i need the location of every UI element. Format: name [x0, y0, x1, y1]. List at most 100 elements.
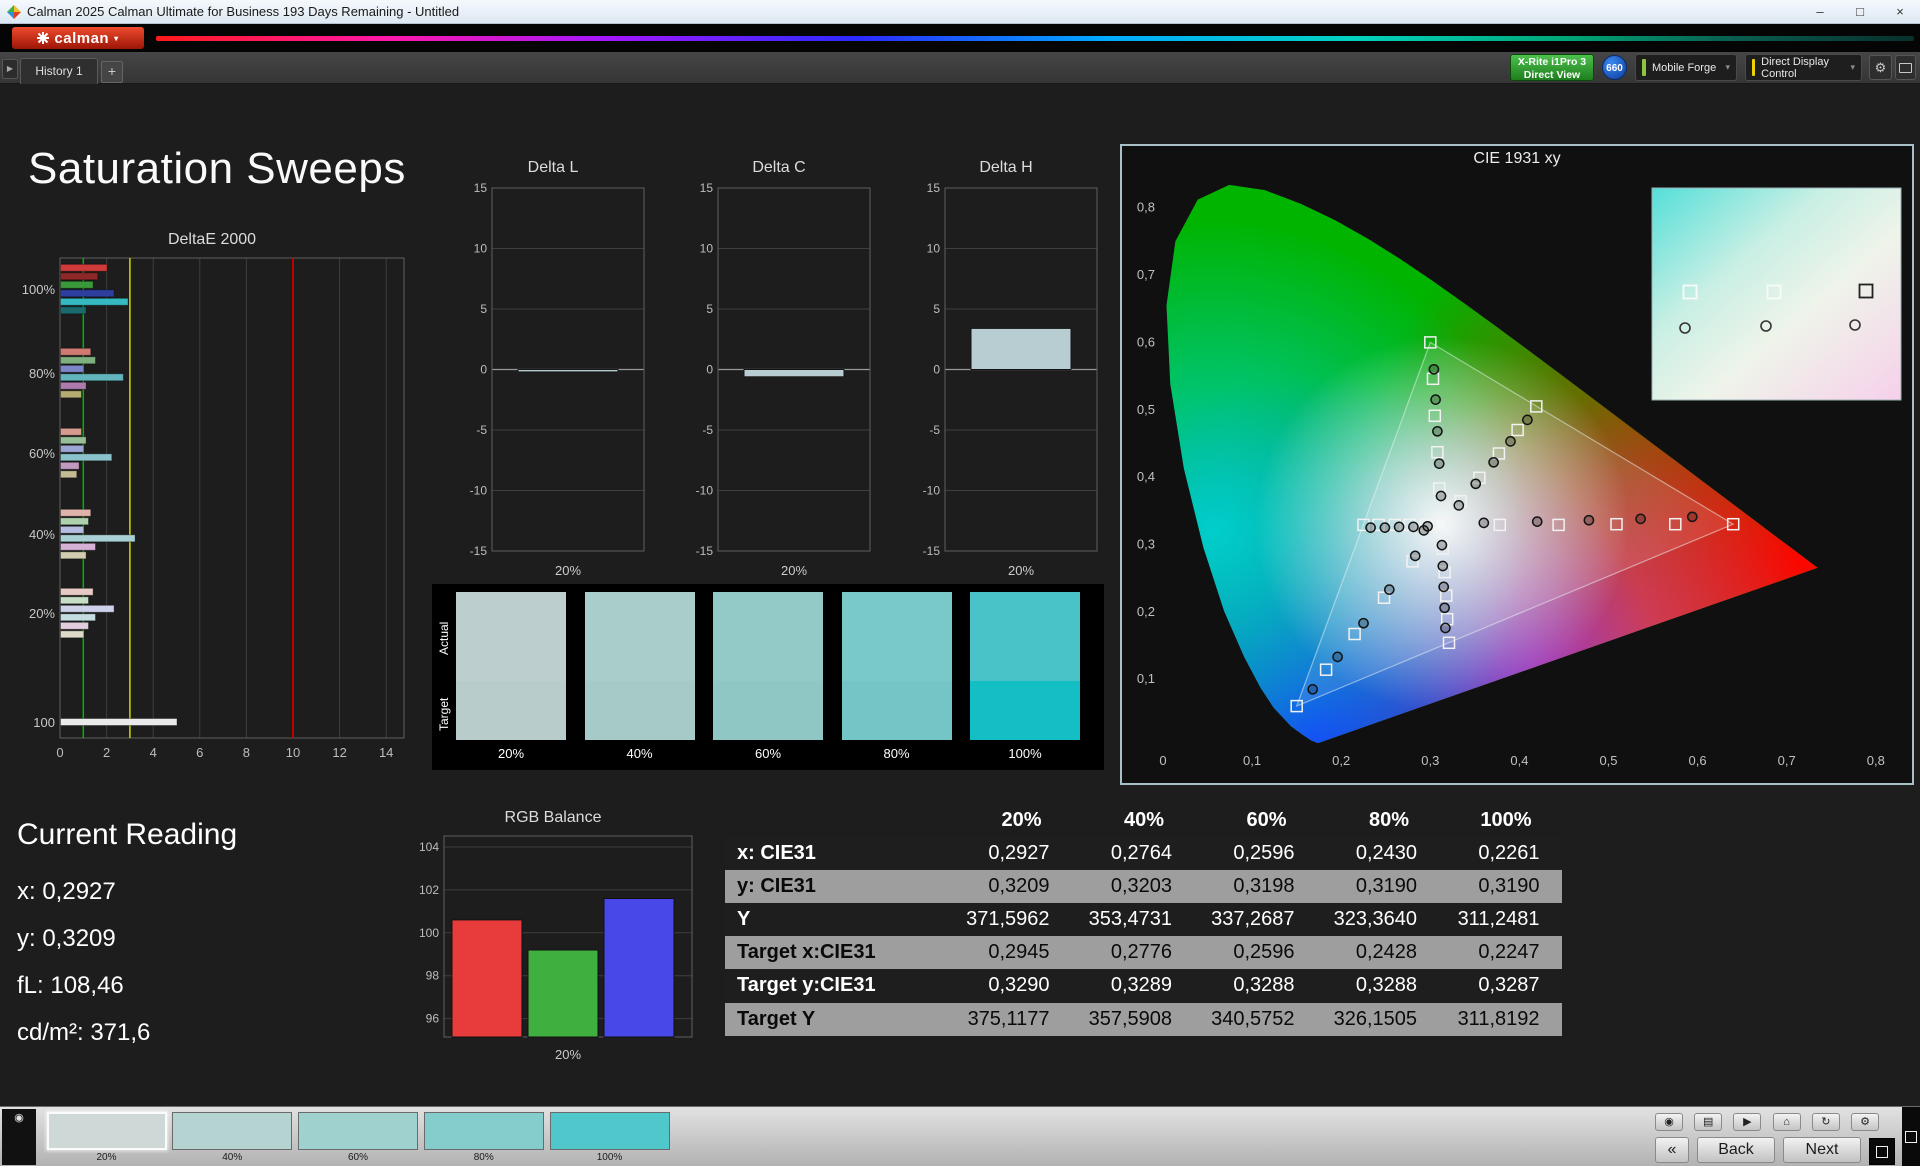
x-tick-label: 0,3	[1421, 753, 1439, 768]
x-tick-label: 0	[1159, 753, 1166, 768]
patch-button-100%[interactable]: 100%	[549, 1112, 670, 1164]
x-tick-label: 0,4	[1510, 753, 1528, 768]
display-dropdown[interactable]: Direct Display Control ▾	[1745, 54, 1862, 81]
y-tick-label: 0	[933, 363, 940, 377]
patch-size-badge[interactable]: 660	[1602, 55, 1627, 80]
source-dropdown[interactable]: Mobile Forge ▾	[1635, 54, 1737, 81]
measured-marker	[1436, 539, 1448, 551]
table-cell: 0,2596	[1233, 842, 1295, 865]
patch-preview-strip: Actual Target 20% 40% 60% 80% 100%	[432, 584, 1104, 770]
patch-label: 80%	[473, 1152, 494, 1163]
deltae-bar	[60, 381, 87, 390]
pattern-preview-button[interactable]	[1869, 1138, 1895, 1165]
meter-line2: Direct View	[1523, 69, 1581, 81]
home-icon[interactable]: ⌂	[1772, 1113, 1801, 1131]
deltae-bar	[60, 470, 78, 479]
x-tick-label: 4	[150, 745, 157, 760]
app-window: Calman 2025 Calman Ultimate for Business…	[0, 0, 1920, 1166]
patch-swatch	[46, 1112, 167, 1150]
delta-h-title: Delta H	[979, 159, 1033, 176]
reading-line: y: 0,3209	[17, 925, 116, 952]
delta-h-chart: Delta H 15 10 5 0 -5 -10 -15 20%	[911, 156, 1101, 595]
delta-bar	[743, 369, 845, 378]
patch-button-20%[interactable]: 20%	[46, 1112, 167, 1164]
delta-l-chart: Delta L 15 10 5 0 -5 -10 -15 20%	[458, 156, 648, 595]
rewind-button[interactable]: «	[1655, 1137, 1689, 1163]
measured-marker	[1332, 651, 1343, 663]
table-header-cell: 100%	[1480, 809, 1532, 831]
pattern-window-panel[interactable]: ◉	[2, 1109, 36, 1165]
deltae-bar	[60, 525, 85, 534]
delta-c-chart: Delta C 15 10 5 0 -5 -10 -15 20%	[684, 156, 874, 595]
x-label: 20%	[555, 1047, 581, 1062]
deltae-bar	[60, 604, 115, 613]
deltae-bar	[60, 551, 87, 560]
y-tick-label: 5	[706, 302, 713, 316]
patch-swatch	[172, 1112, 293, 1150]
settings-button[interactable]: ⚙	[1869, 55, 1892, 80]
next-button[interactable]: Next	[1783, 1137, 1861, 1163]
pattern-icon[interactable]: ▤	[1694, 1113, 1723, 1131]
maximize-button[interactable]: □	[1840, 0, 1880, 23]
measured-marker	[1522, 414, 1533, 426]
y-tick-label: 100	[419, 926, 439, 940]
table-row-label: Target y:CIE31	[737, 974, 876, 997]
pane-toggle-button[interactable]: ▶	[2, 59, 18, 79]
tab-history-1[interactable]: History 1	[20, 58, 98, 84]
x-tick-label: 14	[379, 745, 393, 760]
patch-button-40%[interactable]: 40%	[172, 1112, 293, 1164]
play-icon[interactable]: ▶	[1733, 1113, 1762, 1131]
y-tick-label: -5	[476, 423, 487, 437]
meter-button[interactable]: X-Rite i1Pro 3 Direct View	[1510, 54, 1594, 81]
delta-h-svg: 15 10 5 0 -5 -10 -15 20%	[923, 181, 1098, 578]
measured-marker	[1439, 602, 1450, 614]
measured-marker	[1531, 516, 1543, 527]
deltae-bar	[60, 306, 87, 315]
display-config-button[interactable]	[1895, 55, 1916, 80]
settings-icon[interactable]: ⚙	[1851, 1113, 1879, 1131]
table-cell: 0,2247	[1478, 941, 1540, 964]
measured-marker	[1488, 456, 1499, 468]
y-tick-label: 0,6	[1137, 334, 1155, 349]
deltae-bar	[60, 587, 94, 596]
refresh-icon[interactable]: ↻	[1811, 1113, 1840, 1131]
patch-label: 40%	[222, 1152, 243, 1163]
add-tab-button[interactable]: +	[101, 61, 123, 83]
deltae-bar	[60, 534, 136, 543]
minimize-button[interactable]: –	[1800, 0, 1840, 23]
close-button[interactable]: ×	[1880, 0, 1920, 23]
patch-preview-label: 80%	[883, 746, 910, 761]
patch-button-80%[interactable]: 80%	[423, 1112, 544, 1164]
patch-preview	[713, 592, 823, 740]
group-label: 100%	[22, 282, 56, 297]
y-tick-label: 15	[700, 181, 714, 195]
right-edge-strip[interactable]	[1902, 1107, 1920, 1166]
y-tick-label: 5	[933, 302, 940, 316]
delta-l-title: Delta L	[527, 159, 579, 176]
table-row-label: y: CIE31	[737, 875, 816, 898]
calman-logo-button[interactable]: calman ▾	[12, 27, 144, 49]
actual-swatch	[456, 592, 566, 681]
measured-marker	[1435, 490, 1447, 502]
table-row: Y 371,5962 353,4731 337,2687 323,3640 311,248…	[725, 903, 1562, 937]
deltae-bar	[60, 263, 108, 272]
eye-icon[interactable]: ◉	[1655, 1113, 1683, 1131]
y-tick-label: 0,4	[1137, 469, 1155, 484]
reading-line: cd/m²: 371,6	[17, 1019, 151, 1046]
patch-button-60%[interactable]: 60%	[298, 1112, 418, 1164]
table-cell: 0,3198	[1233, 875, 1295, 898]
y-tick-label: 0,2	[1137, 604, 1155, 619]
table-header-cell: 20%	[1001, 809, 1042, 831]
measured-marker	[1307, 683, 1319, 695]
y-tick-label: -15	[470, 544, 488, 558]
cie-chart-svg: 0 0,1 0,2 0,3 0,4 0,5 0,6 0,7 0,8 0,1 0,2 0,3 0,4 0,5…	[1137, 184, 1902, 768]
back-button[interactable]: Back	[1697, 1137, 1775, 1163]
measured-marker	[1686, 511, 1698, 523]
deltae-bar	[60, 444, 85, 453]
page-title: Saturation Sweeps	[28, 144, 406, 193]
measured-marker	[1437, 560, 1449, 572]
y-tick-label: 0,5	[1137, 402, 1155, 417]
table-row: x: CIE31 0,2927 0,2764 0,2596 0,2430 0,2261	[725, 837, 1562, 871]
deltae-bar	[60, 289, 115, 298]
red-bar	[451, 919, 523, 1038]
